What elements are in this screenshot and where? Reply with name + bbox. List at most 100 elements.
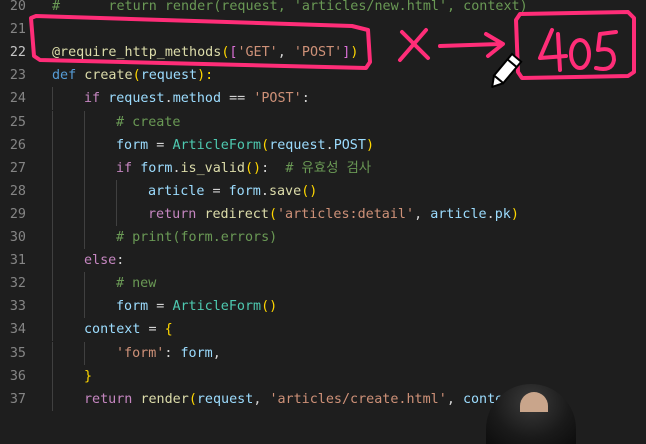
code-token: form [116, 299, 149, 315]
code-line[interactable]: 27 if form.is_valid(): # 유효성 검사 [0, 156, 646, 180]
code-text: # print(form.errors) [116, 226, 277, 249]
code-editor[interactable]: 20 # return render(request, 'articles/new… [0, 0, 646, 411]
code-token: ) [510, 206, 519, 222]
code-token: } [84, 368, 93, 384]
code-token: : [261, 160, 286, 176]
line-number: 36 [9, 368, 26, 384]
code-token: form [180, 345, 213, 361]
line-number: 31 [9, 253, 26, 269]
code-token: @require_http_methods [52, 45, 222, 61]
indent-guide [84, 133, 85, 157]
code-text: return render(request, 'articles/create.… [84, 388, 527, 411]
code-token: . [164, 91, 173, 107]
code-token: if [116, 160, 141, 176]
line-number: 35 [9, 345, 26, 361]
code-line[interactable]: 28 article = form.save() [0, 179, 646, 203]
code-line[interactable]: 25 # create [0, 110, 646, 134]
code-token: POST [333, 137, 366, 153]
indent-guide [52, 133, 53, 157]
code-token: # 유효성 검사 [285, 160, 372, 176]
indent-guide [52, 156, 53, 180]
code-text: # new [116, 272, 156, 295]
code-token: else [84, 253, 117, 269]
line-number: 30 [9, 230, 26, 245]
code-text: } [84, 365, 92, 388]
indent-guide [84, 295, 85, 319]
code-token: = [140, 322, 165, 338]
indent-guide [84, 272, 85, 296]
code-token: article [430, 206, 487, 222]
line-number: 29 [9, 206, 26, 222]
code-token: method [172, 91, 222, 107]
code-line[interactable]: 36} [0, 364, 646, 388]
code-token: form [116, 137, 149, 153]
code-text: form = ArticleForm() [116, 295, 277, 318]
code-line[interactable]: 32 # new [0, 272, 646, 296]
indent-guide [52, 272, 53, 296]
code-text: # create [116, 111, 181, 134]
indent-guide [84, 202, 85, 226]
code-text: def create(request): [52, 64, 213, 87]
code-text: 'form': form, [116, 342, 221, 365]
code-token: pk [494, 206, 511, 222]
indent-guide [84, 179, 85, 203]
code-text: article = form.save() [148, 180, 317, 203]
code-line[interactable]: 30 # print(form.errors) [0, 226, 646, 249]
code-token: : [164, 345, 181, 361]
line-number: 34 [9, 322, 26, 338]
code-token: () [301, 183, 318, 199]
line-number: 27 [9, 160, 26, 176]
line-number: 25 [9, 114, 26, 130]
code-token: : [116, 253, 125, 269]
code-line[interactable]: 34 context = { [0, 318, 646, 342]
code-token: ( [268, 206, 277, 222]
code-token: create [84, 68, 133, 84]
code-token: render [140, 391, 189, 407]
code-token: ( [188, 391, 197, 407]
code-token: request [108, 91, 165, 107]
indent-guide [52, 202, 53, 226]
code-line[interactable]: 35 'form': form, [0, 341, 646, 365]
code-token: request [269, 137, 326, 153]
code-token: . [486, 206, 495, 222]
code-token: 'articles:detail' [277, 206, 415, 222]
indent-guide [52, 387, 53, 411]
code-text: if form.is_valid(): # 유효성 검사 [116, 157, 371, 180]
presenter-face [520, 392, 548, 412]
code-token: return [84, 391, 141, 407]
code-token: return [148, 206, 205, 222]
indent-guide [52, 341, 53, 365]
code-line[interactable]: 21 [0, 18, 646, 41]
code-token: 'POST' [253, 91, 302, 107]
line-number: 22 [9, 45, 26, 61]
code-line[interactable]: 33 form = ArticleForm() [0, 295, 646, 319]
code-token: = [148, 299, 173, 315]
line-number: 26 [9, 137, 26, 153]
code-text: context = { [84, 318, 173, 341]
indent-guide [52, 318, 53, 342]
code-line[interactable]: 24 if request.method == 'POST': [0, 87, 646, 111]
code-token: is_valid [180, 160, 246, 176]
code-token: ArticleForm [172, 137, 262, 153]
code-token: # new [116, 276, 157, 292]
code-token: 'articles/create.html' [269, 391, 447, 407]
code-line[interactable]: 29 return redirect('articles:detail', art… [0, 202, 646, 226]
code-token: ( [132, 68, 141, 84]
code-token: save [268, 183, 302, 199]
code-text: return redirect('articles:detail', artic… [148, 203, 519, 226]
code-line[interactable]: 22 @require_http_methods(['GET', 'POST']) [0, 41, 646, 64]
indent-guide [116, 179, 117, 203]
code-text: else: [84, 249, 124, 272]
code-token: 'GET' [237, 45, 278, 61]
code-token: ) [365, 137, 374, 153]
code-line[interactable]: 31 else: [0, 249, 646, 273]
line-number: 28 [9, 183, 26, 199]
code-line[interactable]: 23 def create(request): [0, 64, 646, 87]
code-token: ) [350, 45, 359, 61]
code-token: 'form' [116, 345, 165, 361]
code-line[interactable]: 26 form = ArticleForm(request.POST) [0, 133, 646, 157]
code-token: () [245, 160, 262, 176]
code-line[interactable]: 20 # return render(request, 'articles/new… [0, 0, 646, 18]
code-text: # return render(request, 'articles/new.h… [52, 0, 528, 18]
indent-guide [52, 179, 53, 203]
